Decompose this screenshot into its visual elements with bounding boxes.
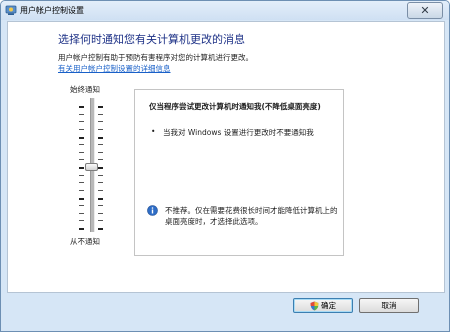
slider-tick — [98, 189, 103, 191]
cancel-button[interactable]: 取消 — [359, 298, 419, 313]
page-heading: 选择何时通知您有关计算机更改的消息 — [58, 33, 245, 46]
slider-tick — [79, 212, 84, 214]
slider-top-label: 始终通知 — [70, 85, 100, 94]
notification-level-slider[interactable] — [76, 98, 106, 232]
uac-shield-icon — [310, 301, 319, 311]
slider-tick — [79, 167, 84, 169]
slider-tick — [98, 212, 103, 214]
slider-tick — [79, 220, 84, 222]
close-button[interactable]: ✕ — [407, 2, 443, 19]
slider-tick — [98, 228, 103, 230]
slider-tick — [79, 174, 84, 176]
slider-tick — [79, 128, 84, 130]
slider-tick — [79, 182, 84, 184]
slider-bottom-label: 从不通知 — [70, 237, 100, 246]
slider-tick — [79, 228, 84, 230]
description-panel: 仅当程序尝试更改计算机时通知我(不降低桌面亮度) • 当我对 Windows 设… — [134, 89, 344, 256]
slider-tick — [98, 205, 103, 207]
uac-details-link[interactable]: 有关用户帐户控制设置的详细信息 — [58, 63, 171, 74]
slider-tick — [98, 113, 103, 115]
window-title: 用户帐户控制设置 — [20, 6, 84, 15]
slider-tick — [79, 197, 84, 200]
bullet-marker: • — [151, 127, 156, 136]
slider-tick — [79, 121, 84, 123]
slider-thumb[interactable] — [85, 163, 98, 171]
uac-settings-window: 用户帐户控制设置 ✕ 选择何时通知您有关计算机更改的消息 用户帐户控制有助于预防… — [0, 0, 450, 332]
slider-tick — [79, 106, 84, 108]
slider-tick — [79, 144, 84, 146]
close-icon: ✕ — [420, 4, 430, 17]
control-panel-icon — [5, 4, 17, 16]
content-area: 选择何时通知您有关计算机更改的消息 用户帐户控制有助于预防有害程序对您的计算机进… — [7, 21, 445, 293]
ok-button-label: 确定 — [321, 301, 336, 310]
ok-button[interactable]: 确定 — [293, 298, 353, 313]
slider-tick — [98, 144, 103, 146]
slider-tick — [98, 197, 103, 200]
slider-tick — [98, 182, 103, 184]
slider-tick — [98, 159, 103, 161]
slider-tick — [98, 106, 103, 108]
slider-tick — [98, 220, 103, 222]
bullet-text: 当我对 Windows 设置进行更改时不要通知我 — [163, 128, 314, 137]
slider-tick — [79, 113, 84, 115]
slider-tick — [79, 159, 84, 161]
title-bar: 用户帐户控制设置 ✕ — [1, 1, 449, 20]
slider-tick — [79, 151, 84, 153]
info-icon — [147, 205, 158, 216]
info-text-line-2: 桌面亮度时，才选择此选项。 — [165, 217, 263, 226]
slider-tick — [98, 136, 103, 139]
slider-tick — [98, 167, 103, 169]
cancel-button-label: 取消 — [381, 301, 397, 310]
slider-tick — [79, 189, 84, 191]
panel-title: 仅当程序尝试更改计算机时通知我(不降低桌面亮度) — [149, 102, 321, 111]
slider-tick — [98, 151, 103, 153]
slider-tick — [98, 174, 103, 176]
slider-tick — [79, 136, 84, 139]
slider-tick — [79, 205, 84, 207]
slider-tick — [98, 128, 103, 130]
page-description: 用户帐户控制有助于预防有害程序对您的计算机进行更改。 — [58, 53, 253, 62]
info-text-line-1: 不推荐。仅在需要花费很长时间才能降低计算机上的 — [165, 206, 338, 215]
slider-tick — [98, 121, 103, 123]
